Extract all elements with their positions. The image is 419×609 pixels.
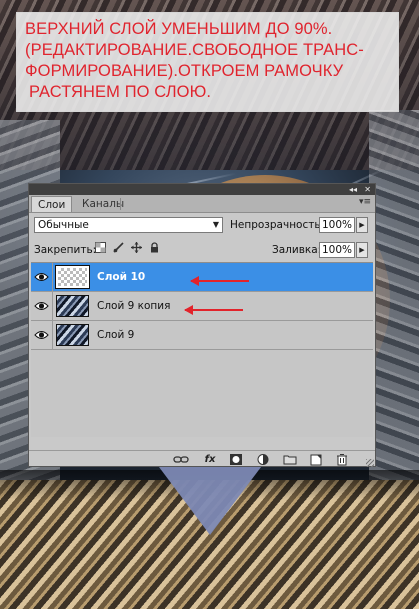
red-pointer-arrow (190, 276, 249, 286)
new-layer-icon[interactable] (309, 453, 323, 466)
caption-line: РАСТЯНЕМ ПО СЛОЮ. (29, 83, 212, 101)
panel-tabs: Слои Каналы ▾≡ (29, 195, 375, 213)
folder-icon[interactable] (283, 453, 297, 466)
layer-thumbnail (56, 324, 89, 346)
fill-input[interactable]: 100% (319, 242, 355, 258)
layer-name[interactable]: Слой 9 (97, 321, 134, 349)
rock-pillar-right (369, 110, 419, 490)
layer-visibility-toggle[interactable] (32, 263, 53, 291)
red-pointer-arrow (184, 305, 243, 315)
eye-icon (34, 273, 49, 281)
lock-row: Закрепить: Заливка: 100% ▶ (29, 239, 375, 261)
fill-slider-button[interactable]: ▶ (356, 242, 368, 258)
opacity-input[interactable]: 100% (319, 217, 355, 233)
layer-thumbnail (56, 295, 89, 317)
eye-icon (34, 302, 49, 310)
tab-divider (120, 198, 121, 210)
layers-panel: ◂◂ ✕ Слои Каналы ▾≡ Обычные ▼ Непрозрачн… (28, 183, 376, 467)
blend-row: Обычные ▼ Непрозрачность: 100% ▶ (29, 214, 375, 236)
layer-name[interactable]: Слой 10 (97, 263, 145, 291)
fill-label: Заливка: (272, 244, 322, 256)
caption-line: (РЕДАКТИРОВАНИЕ.СВОБОДНОЕ ТРАНС- (25, 41, 364, 59)
layer-row-sloy-9-kopiya[interactable]: Слой 9 копия (31, 292, 373, 321)
chevron-down-icon: ▼ (212, 220, 219, 229)
tab-layers[interactable]: Слои (31, 196, 73, 212)
layer-visibility-toggle[interactable] (32, 321, 53, 349)
layers-bottom-toolbar: fx (29, 450, 375, 468)
link-icon[interactable] (173, 453, 189, 466)
mask-icon[interactable] (229, 453, 243, 466)
panel-menu-button[interactable]: ▾≡ (359, 197, 371, 207)
lock-transparency-icon[interactable] (95, 242, 106, 253)
adjustment-icon[interactable] (256, 453, 272, 466)
layer-name[interactable]: Слой 9 копия (97, 292, 170, 320)
layer-row-sloy-9[interactable]: Слой 9 (31, 321, 373, 350)
blend-mode-select[interactable]: Обычные ▼ (34, 217, 223, 233)
caption-line: ВЕРХНИЙ СЛОЙ УМЕНЬШИМ ДО 90%. (25, 20, 333, 38)
panel-resize-grip[interactable] (366, 459, 374, 467)
lock-all-padlock-icon[interactable] (149, 242, 160, 253)
opacity-slider-button[interactable]: ▶ (356, 217, 368, 233)
layer-thumbnail (55, 265, 90, 289)
close-panel-button[interactable]: ✕ (364, 184, 371, 195)
panel-title-bar: ◂◂ ✕ (29, 184, 375, 195)
layer-row-sloy-10[interactable]: Слой 10 (31, 263, 373, 292)
layer-visibility-toggle[interactable] (32, 292, 53, 320)
eye-icon (34, 331, 49, 339)
caption-line: ФОРМИРОВАНИЕ).ОТКРОЕМ РАМОЧКУ (25, 62, 344, 80)
tab-channels[interactable]: Каналы (76, 196, 130, 212)
lock-label: Закрепить: (34, 244, 97, 256)
lock-position-move-icon[interactable] (131, 242, 142, 253)
blend-mode-value: Обычные (38, 219, 89, 231)
layers-list: Слой 10 Слой 9 копия Слой 9 (31, 262, 373, 437)
lock-pixels-brush-icon[interactable] (113, 242, 124, 253)
opacity-label: Непрозрачность: (230, 219, 325, 231)
collapse-panel-button[interactable]: ◂◂ (349, 184, 357, 195)
fx-icon[interactable]: fx (201, 453, 219, 466)
trash-icon[interactable] (335, 453, 349, 466)
instruction-caption: ВЕРХНИЙ СЛОЙ УМЕНЬШИМ ДО 90%. (РЕДАКТИРО… (16, 12, 399, 112)
